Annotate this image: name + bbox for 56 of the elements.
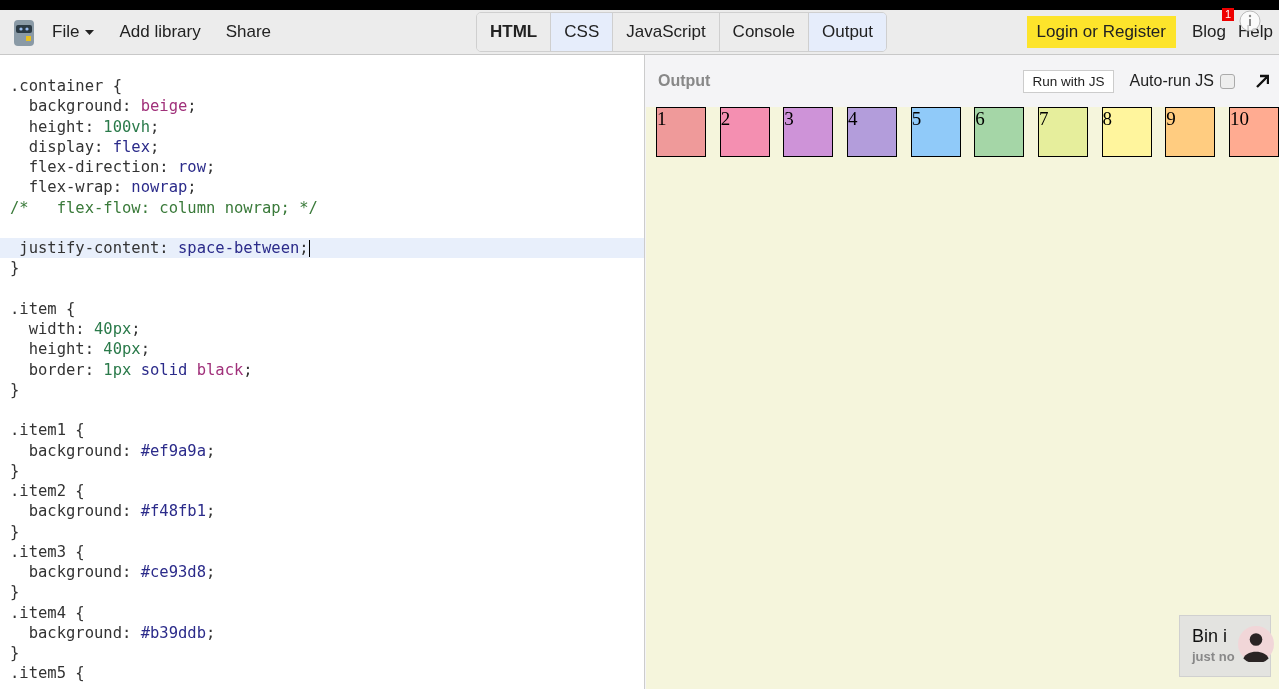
code-line: } <box>9 258 21 279</box>
pop-out-arrow-icon[interactable] <box>1255 74 1269 88</box>
flex-item: 2 <box>719 107 770 157</box>
code-line: .item5 { <box>9 663 86 684</box>
flex-item: 6 <box>974 107 1025 157</box>
panel-tab[interactable]: Output <box>809 13 887 51</box>
flex-item: 4 <box>846 107 897 157</box>
run-button[interactable]: Run with JS <box>1023 69 1114 93</box>
caret-icon <box>85 29 95 35</box>
code-line: .item { <box>9 298 77 319</box>
checkbox[interactable] <box>1220 73 1235 89</box>
code-line: .container { <box>9 76 123 97</box>
code-line: flex-wrap: nowrap; <box>27 177 198 198</box>
code-line: flex-direction: row; <box>27 157 217 178</box>
panel-tab[interactable]: CSS <box>551 13 614 51</box>
code-line: height: 100vh; <box>27 116 161 137</box>
notification-title: Bin i <box>1192 626 1227 647</box>
help-link[interactable]: Help <box>1238 22 1273 42</box>
flex-item: 5 <box>910 107 961 157</box>
code-editor[interactable] <box>0 55 645 689</box>
code-line: .item2 { <box>9 481 86 502</box>
code-line: border: 1px solid black; <box>27 359 254 380</box>
notification-badge: 1 <box>1221 8 1235 21</box>
flex-item: 10 <box>1228 107 1279 157</box>
panel-tab[interactable]: HTML <box>477 13 552 51</box>
code-line: background: #f48fb1; <box>27 501 217 522</box>
robot-jar-icon[interactable] <box>12 17 36 47</box>
code-line: } <box>9 379 21 400</box>
flex-item: 8 <box>1101 107 1152 157</box>
code-line: .item4 { <box>9 602 86 623</box>
flex-item: 7 <box>1037 107 1088 157</box>
notification-time: just no <box>1192 649 1235 664</box>
code-line: background: #ce93d8; <box>27 562 217 583</box>
code-line: background: #ef9a9a; <box>27 440 217 461</box>
menu-item[interactable]: Add library <box>119 22 201 42</box>
code-line: } <box>9 521 21 542</box>
code-line: height: 40px; <box>27 339 151 360</box>
checkbox-label: Auto-run JS <box>1129 72 1214 90</box>
flex-item: 1 <box>656 107 706 157</box>
code-line: background: beige; <box>27 96 198 117</box>
code-line: .item3 { <box>9 541 86 562</box>
flex-item: 9 <box>1165 107 1216 157</box>
code-line: width: 40px; <box>27 319 142 340</box>
code-line: } <box>9 582 21 603</box>
panel-title: Output <box>658 72 711 90</box>
code-line: } <box>9 460 21 481</box>
menu-item[interactable]: File <box>52 22 95 42</box>
code-line: display: flex; <box>27 136 161 157</box>
login-button[interactable]: Login or Register <box>1026 16 1176 48</box>
flex-item: 3 <box>783 107 834 157</box>
code-line: } <box>9 643 21 664</box>
code-line: background: #b39ddb; <box>27 622 217 643</box>
menu-item[interactable]: Share <box>225 22 272 42</box>
code-line: /* flex-flow: column nowrap; */ <box>9 197 319 218</box>
avatar-icon <box>1238 626 1274 662</box>
code-line: .item1 { <box>9 420 86 441</box>
